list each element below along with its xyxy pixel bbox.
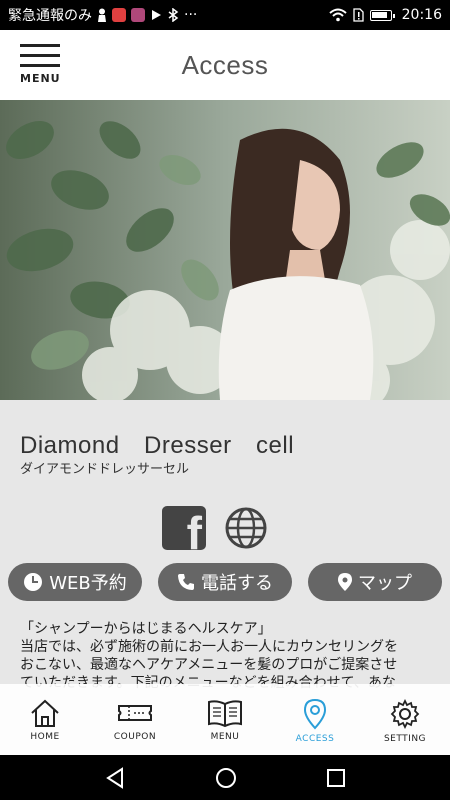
- shop-description: 「シャンプーからはじまるヘルスケア」 当店では、必ず施術の前にお一人お一人にカウ…: [20, 620, 432, 692]
- app-notification-icon: [112, 8, 126, 22]
- page-title: Access: [181, 49, 269, 80]
- web-reservation-label: WEB予約: [49, 573, 127, 594]
- tab-coupon-label: COUPON: [113, 732, 157, 742]
- hamburger-icon: [20, 44, 62, 67]
- map-button[interactable]: マップ: [308, 563, 442, 601]
- tab-access[interactable]: ACCESS: [270, 684, 360, 755]
- menu-button-label: MENU: [20, 72, 61, 85]
- tab-menu-label: MENU: [210, 732, 240, 742]
- phone-icon: [178, 574, 194, 590]
- back-icon[interactable]: [104, 766, 126, 789]
- more-notifications-icon: ···: [184, 7, 198, 23]
- tab-setting[interactable]: SETTING: [360, 684, 450, 755]
- bluetooth-icon: [168, 8, 179, 22]
- tab-access-label: ACCESS: [295, 734, 335, 744]
- shop-name: Diamond Dresser cell: [20, 432, 295, 459]
- status-bar: 緊急通報のみ ··· 20:16: [0, 0, 450, 30]
- globe-icon[interactable]: [224, 506, 268, 550]
- app-header: MENU Access: [0, 30, 450, 100]
- tab-home-label: HOME: [30, 732, 60, 742]
- tab-coupon[interactable]: COUPON: [90, 684, 180, 755]
- facebook-icon[interactable]: f: [162, 506, 206, 550]
- sim-alert-icon: [352, 8, 364, 22]
- gear-icon: [390, 698, 420, 730]
- app-notification-icon: [131, 8, 145, 22]
- status-notification-text: 緊急通報のみ: [8, 8, 92, 24]
- battery-icon: [369, 9, 395, 21]
- location-pin-icon: [303, 698, 327, 730]
- play-icon: [152, 10, 161, 20]
- recents-icon[interactable]: [326, 768, 346, 788]
- home-icon: [31, 699, 59, 727]
- system-nav-bar: [0, 755, 450, 800]
- description-line: 当店では、必ず施術の前にお一人お一人にカウンセリングを: [20, 639, 398, 655]
- action-buttons: WEB予約 電話する マップ: [8, 563, 442, 601]
- tab-home[interactable]: HOME: [0, 684, 90, 755]
- shop-name-kana: ダイアモンドドレッサーセル: [20, 462, 190, 477]
- description-line: おこない、最適なヘアケアメニューを髪のプロがご提案させ: [20, 657, 398, 673]
- map-pin-icon: [338, 573, 352, 591]
- tab-setting-label: SETTING: [383, 734, 427, 744]
- bottom-tab-bar: HOME COUPON MENU ACCESS SETTING: [0, 684, 450, 755]
- menu-button[interactable]: MENU: [20, 44, 62, 88]
- home-nav-icon[interactable]: [215, 767, 237, 789]
- call-button[interactable]: 電話する: [158, 563, 292, 601]
- web-reservation-button[interactable]: WEB予約: [8, 563, 142, 601]
- person-icon: [98, 8, 106, 22]
- social-links: f: [162, 506, 268, 550]
- tab-menu[interactable]: MENU: [180, 684, 270, 755]
- hero-image: [0, 100, 450, 400]
- call-label: 電話する: [201, 573, 273, 594]
- map-label: マップ: [358, 573, 412, 594]
- clock-icon: [24, 573, 43, 591]
- status-time: 20:16: [401, 7, 442, 23]
- book-icon: [208, 700, 242, 728]
- wifi-icon: [328, 8, 347, 22]
- description-line: 「シャンプーからはじまるヘルスケア」: [20, 621, 272, 637]
- ticket-icon: [118, 705, 152, 721]
